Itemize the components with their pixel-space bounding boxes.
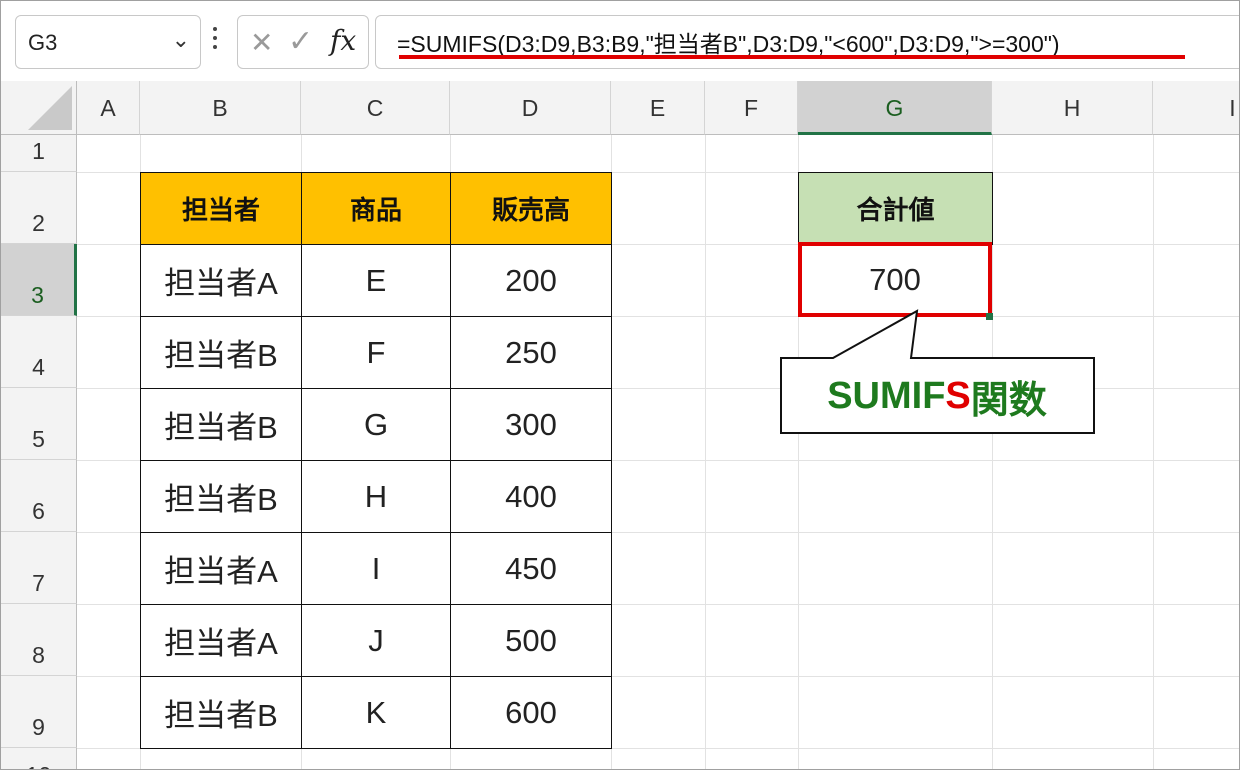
insert-function-icon[interactable]: fx xyxy=(330,24,356,57)
formula-buttons: ✕ ✓ fx xyxy=(237,15,369,69)
row-header-7[interactable]: 7 xyxy=(1,532,77,604)
table-cell[interactable]: 400 xyxy=(450,460,612,533)
table-cell[interactable]: E xyxy=(301,244,451,317)
row-number: 4 xyxy=(32,354,45,380)
row-number: 10 xyxy=(1,762,76,769)
chevron-down-icon[interactable]: ⌄ xyxy=(172,28,190,53)
row-header-5[interactable]: 5 xyxy=(1,388,77,460)
table-cell[interactable]: 担当者B xyxy=(140,316,302,389)
table-cell[interactable]: H xyxy=(301,460,451,533)
header-cell-shouhin[interactable]: 商品 xyxy=(301,172,451,245)
row-number: 6 xyxy=(32,498,45,524)
enter-icon[interactable]: ✓ xyxy=(288,24,313,59)
table-cell[interactable]: 担当者A xyxy=(140,532,302,605)
table-cell[interactable]: 500 xyxy=(450,604,612,677)
row-number: 9 xyxy=(32,714,45,740)
gridline xyxy=(1153,135,1154,769)
gridline xyxy=(705,135,706,769)
row-header-8[interactable]: 8 xyxy=(1,604,77,676)
column-header-b[interactable]: B xyxy=(140,81,301,135)
more-options-icon[interactable] xyxy=(207,25,223,55)
column-header-e[interactable]: E xyxy=(611,81,705,135)
row-number: 2 xyxy=(32,210,45,236)
name-box[interactable]: G3 ⌄ xyxy=(15,15,201,69)
callout-label: SUMIF S 関数 xyxy=(783,361,1091,431)
table-cell[interactable]: 450 xyxy=(450,532,612,605)
callout-text-s: S xyxy=(945,374,971,417)
callout-text-sumif: SUMIF xyxy=(827,374,946,417)
row-header-4[interactable]: 4 xyxy=(1,316,77,388)
column-header-a[interactable]: A xyxy=(77,81,140,135)
column-header-g[interactable]: G xyxy=(798,81,992,135)
row-header-9[interactable]: 9 xyxy=(1,676,77,748)
result-cell[interactable]: 700 xyxy=(798,242,992,317)
callout-text-kansuu: 関数 xyxy=(970,379,1047,422)
formula-highlight-underline xyxy=(399,55,1185,59)
cancel-icon[interactable]: ✕ xyxy=(250,26,273,59)
row-header-6[interactable]: 6 xyxy=(1,460,77,532)
table-cell[interactable]: 300 xyxy=(450,388,612,461)
table-cell[interactable]: 250 xyxy=(450,316,612,389)
table-cell[interactable]: 担当者A xyxy=(140,244,302,317)
row-number: 8 xyxy=(32,642,45,668)
row-header-2[interactable]: 2 xyxy=(1,172,77,244)
row-header-1[interactable]: 1 xyxy=(1,135,77,172)
table-cell[interactable]: G xyxy=(301,388,451,461)
header-cell-hanbaidaka[interactable]: 販売高 xyxy=(450,172,612,245)
formula-text: =SUMIFS(D3:D9,B3:B9,"担当者B",D3:D9,"<600",… xyxy=(397,31,1060,57)
result-header-cell[interactable]: 合計値 xyxy=(798,172,993,245)
table-cell[interactable]: J xyxy=(301,604,451,677)
formula-bar: G3 ⌄ ✕ ✓ fx =SUMIFS(D3:D9,B3:B9,"担当者B",D… xyxy=(1,1,1239,79)
spreadsheet-window: G3 ⌄ ✕ ✓ fx =SUMIFS(D3:D9,B3:B9,"担当者B",D… xyxy=(0,0,1240,770)
table-cell[interactable]: F xyxy=(301,316,451,389)
table-cell[interactable]: 担当者B xyxy=(140,676,302,749)
row-header-10[interactable]: 10 xyxy=(1,748,77,769)
row-number: 5 xyxy=(32,426,45,452)
table-cell[interactable]: 担当者A xyxy=(140,604,302,677)
column-header-f[interactable]: F xyxy=(705,81,798,135)
name-box-value: G3 xyxy=(28,30,58,55)
table-cell[interactable]: 担当者B xyxy=(140,388,302,461)
column-header-i[interactable]: I xyxy=(1153,81,1239,135)
column-header-d[interactable]: D xyxy=(450,81,611,135)
select-all-button[interactable] xyxy=(1,81,77,135)
row-number: 1 xyxy=(32,138,45,164)
row-header-3[interactable]: 3 xyxy=(1,244,77,316)
row-number: 3 xyxy=(31,282,44,308)
header-cell-tantousha[interactable]: 担当者 xyxy=(140,172,302,245)
table-cell[interactable]: 600 xyxy=(450,676,612,749)
table-cell[interactable]: I xyxy=(301,532,451,605)
table-cell[interactable]: K xyxy=(301,676,451,749)
row-number: 7 xyxy=(32,570,45,596)
column-header-c[interactable]: C xyxy=(301,81,450,135)
table-cell[interactable]: 200 xyxy=(450,244,612,317)
fill-handle[interactable] xyxy=(986,313,993,320)
table-cell[interactable]: 担当者B xyxy=(140,460,302,533)
column-header-h[interactable]: H xyxy=(992,81,1153,135)
